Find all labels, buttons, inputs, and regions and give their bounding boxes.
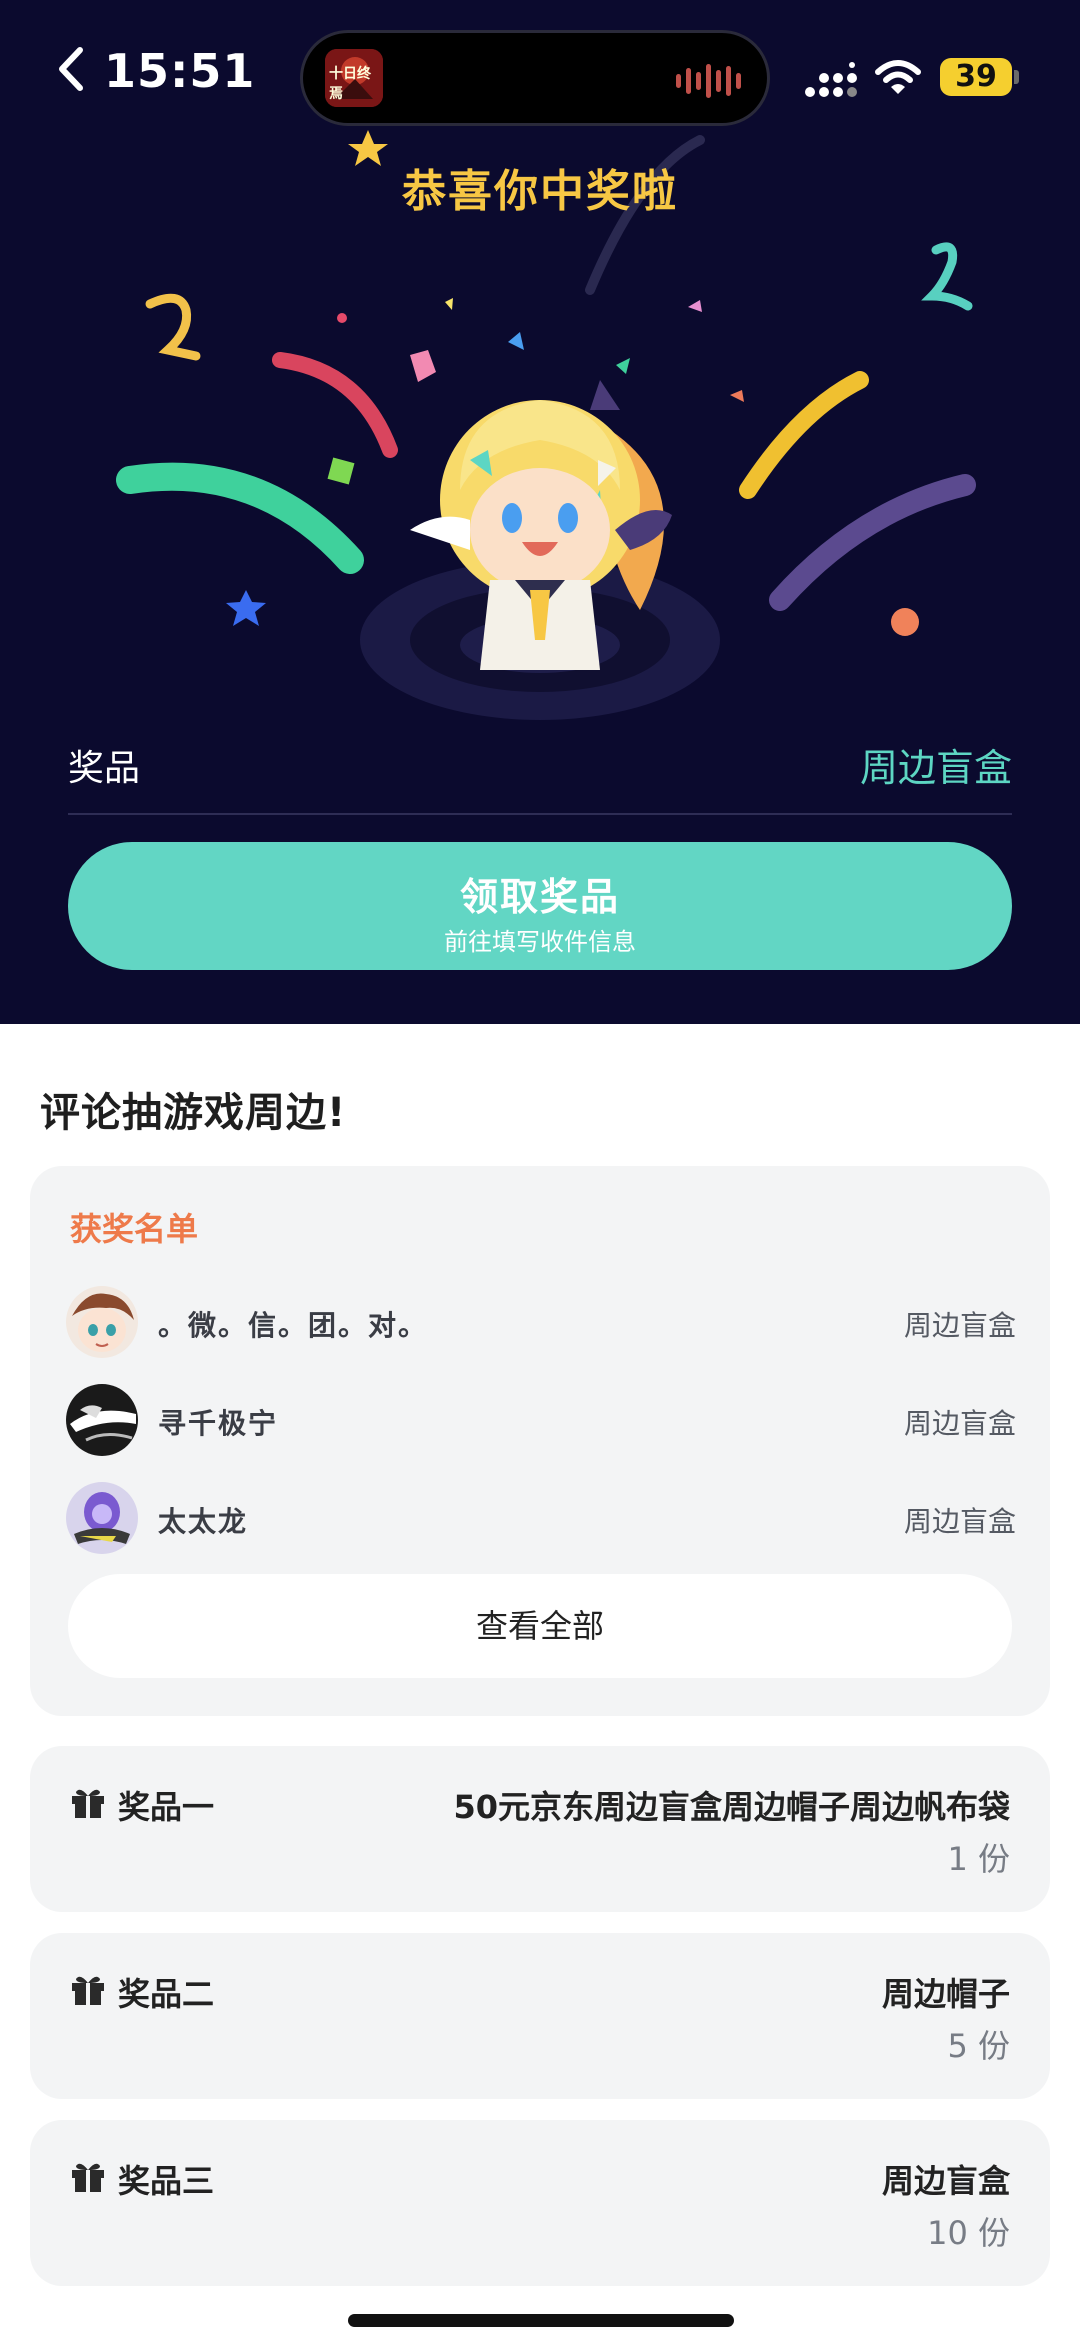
winner-prize: 周边盲盒 xyxy=(903,1407,1016,1440)
winner-prize: 周边盲盒 xyxy=(903,1309,1016,1342)
status-time: 15:51 xyxy=(104,44,256,98)
prize-count: 10 份 xyxy=(927,2214,1010,2252)
battery-indicator: 39 xyxy=(940,58,1012,96)
prize-value: 周边盲盒 xyxy=(859,746,1012,790)
mascot-character xyxy=(360,380,720,720)
winner-row: 寻千极宁 周边盲盒 xyxy=(66,1384,1016,1460)
winner-row: 。微。信。团。对。 周边盲盒 xyxy=(66,1286,1016,1362)
winners-card: 获奖名单 。微。信。团。对。 周边盲盒 寻千极宁 周边盲盒 太太龙 周边盲盒 查… xyxy=(30,1166,1050,1716)
section-title: 评论抽游戏周边! xyxy=(40,1090,347,1136)
prize-count: 1 份 xyxy=(947,1840,1010,1878)
back-arrow-icon[interactable] xyxy=(56,44,86,94)
avatar xyxy=(66,1286,138,1358)
prize-card: 奖品一 50元京东周边盲盒周边帽子周边帆布袋 1 份 xyxy=(30,1746,1050,1912)
prize-card: 奖品三 周边盲盒 10 份 xyxy=(30,2120,1050,2286)
audio-wave-icon xyxy=(676,63,741,99)
prize-tier: 奖品三 xyxy=(118,2162,215,2200)
cellular-signal-icon xyxy=(805,62,857,97)
black-white-avatar-icon xyxy=(66,1384,138,1456)
claim-button-title: 领取奖品 xyxy=(459,875,620,919)
view-all-button[interactable]: 查看全部 xyxy=(68,1574,1012,1678)
winner-row: 太太龙 周边盲盒 xyxy=(66,1482,1016,1558)
prize-name: 50元京东周边盲盒周边帽子周边帆布袋 xyxy=(453,1788,1010,1826)
prize-hero: 15:51 十日终焉 39 恭喜你中奖啦 奖品 周边盲盒 领取奖品 前往填写收件… xyxy=(0,0,1080,1024)
prize-card: 奖品二 周边帽子 5 份 xyxy=(30,1933,1050,2099)
prize-count: 5 份 xyxy=(947,2027,1010,2065)
winners-title: 获奖名单 xyxy=(70,1210,199,1248)
winner-name: 寻千极宁 xyxy=(158,1407,279,1440)
gift-icon xyxy=(72,2163,104,2192)
avatar xyxy=(66,1384,138,1456)
prize-info-row: 奖品 周边盲盒 xyxy=(68,735,1012,815)
battery-level: 39 xyxy=(955,59,997,94)
avatar xyxy=(66,1482,138,1554)
winner-name: 太太龙 xyxy=(158,1505,249,1538)
home-indicator[interactable] xyxy=(348,2314,734,2327)
prize-label: 奖品 xyxy=(68,748,141,789)
prize-name: 周边帽子 xyxy=(881,1975,1010,2013)
winner-prize: 周边盲盒 xyxy=(903,1505,1016,1538)
prize-tier: 奖品一 xyxy=(118,1788,215,1826)
prize-tier: 奖品二 xyxy=(118,1975,215,2013)
claim-prize-button[interactable]: 领取奖品 前往填写收件信息 xyxy=(68,842,1012,970)
claim-button-subtitle: 前往填写收件信息 xyxy=(444,928,636,956)
gift-icon xyxy=(72,1976,104,2005)
battery-tip xyxy=(1014,70,1019,84)
wifi-icon xyxy=(875,60,921,94)
island-app-label: 十日终焉 xyxy=(329,66,371,102)
purple-character-avatar-icon xyxy=(66,1482,138,1554)
winner-name: 。微。信。团。对。 xyxy=(158,1309,429,1342)
anime-boy-avatar-icon xyxy=(66,1286,138,1358)
congrats-heading: 恭喜你中奖啦 xyxy=(402,166,678,217)
island-app-icon: 十日终焉 xyxy=(325,49,383,107)
prize-name: 周边盲盒 xyxy=(881,2162,1010,2200)
gift-icon xyxy=(72,1789,104,1818)
